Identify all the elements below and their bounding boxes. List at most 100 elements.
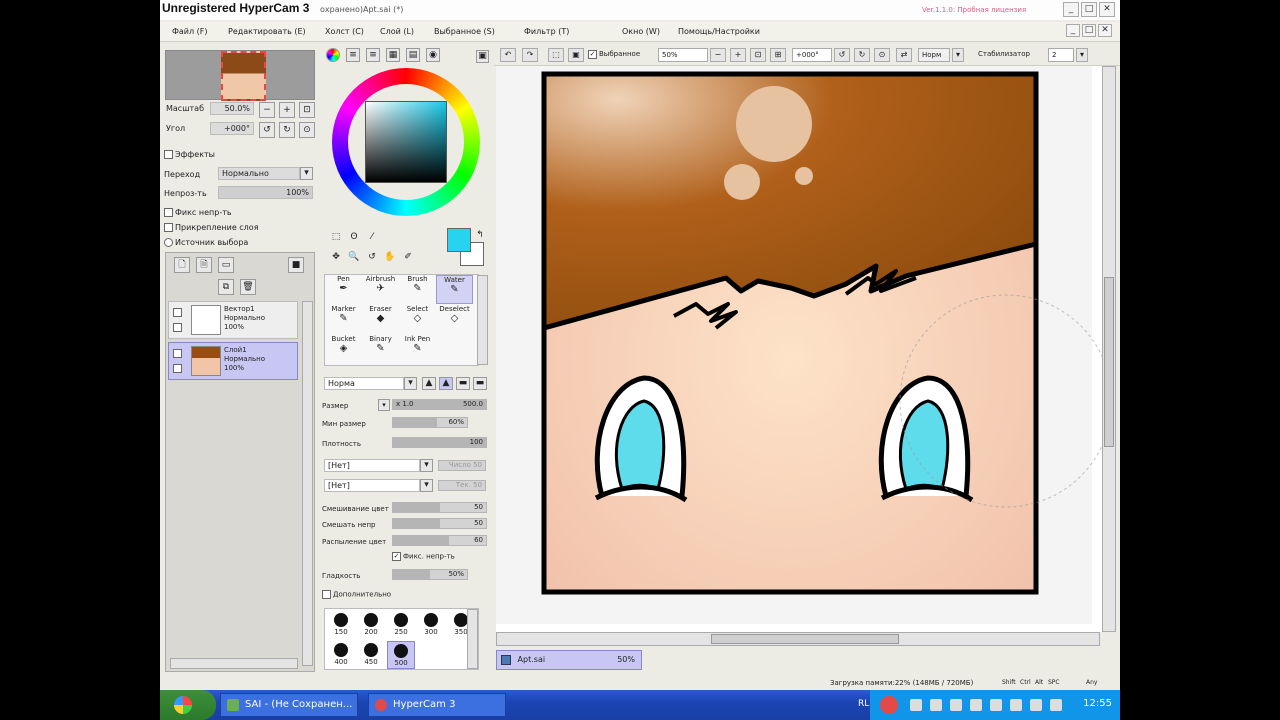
layer-mask-icon[interactable]: ■	[288, 257, 304, 273]
doc-close-button[interactable]: ✕	[1098, 24, 1112, 37]
canvas-zoom-out-icon[interactable]: −	[710, 48, 726, 62]
hand-icon[interactable]: ✋	[382, 250, 398, 266]
brush-shape-sharp-icon[interactable]: ▲	[422, 377, 436, 390]
layer-hscrollbar[interactable]	[170, 658, 298, 669]
zoom-in-button[interactable]: +	[279, 102, 295, 118]
select-rect-icon[interactable]: ⬚	[328, 230, 344, 246]
eye-icon[interactable]	[173, 308, 182, 317]
opt-fix-opacity[interactable]: Фикс непр-ть	[164, 208, 232, 217]
blend-texture-dropdown-icon[interactable]: ▾	[420, 479, 433, 492]
density-slider[interactable]: 100	[392, 437, 487, 448]
zoom-field[interactable]: 50.0%	[210, 102, 254, 115]
swap-colors-icon[interactable]: ↰	[474, 228, 486, 244]
canvas-angle-field[interactable]: +000°	[792, 48, 832, 62]
doc-maximize-button[interactable]: □	[1082, 24, 1096, 37]
effects-toggle[interactable]: Эффекты	[164, 150, 215, 159]
brush-preset[interactable]: 450	[357, 641, 385, 669]
brush-presets-scrollbar[interactable]	[467, 609, 478, 669]
menu-window[interactable]: Окно (W)	[622, 27, 660, 36]
brush-shape-medium-icon[interactable]: ▲	[439, 377, 453, 390]
minimize-button[interactable]: _	[1063, 2, 1079, 17]
zoom-icon[interactable]: 🔍	[346, 250, 362, 266]
texture-dropdown-icon[interactable]: ▾	[420, 459, 433, 472]
brush-shape-flat-icon[interactable]: ▬	[473, 377, 487, 390]
tool-eraser[interactable]: Eraser ◆	[362, 305, 399, 334]
zoom-reset-button[interactable]: ⊡	[299, 102, 315, 118]
canvas-rotate-reset-icon[interactable]: ⊙	[874, 48, 890, 62]
rotate-left-button[interactable]: ↺	[259, 122, 275, 138]
layer-scrollbar[interactable]	[302, 301, 313, 666]
tool-pen[interactable]: Pen ✒	[325, 275, 362, 304]
tray-icon[interactable]	[970, 699, 982, 711]
tool-bucket[interactable]: Bucket ◈	[325, 335, 362, 364]
tool-select[interactable]: Select ◇	[399, 305, 436, 334]
volume-icon[interactable]	[1050, 699, 1062, 711]
texture-strength[interactable]: Число 50	[438, 460, 486, 471]
canvas-zoom-field[interactable]: 50%	[658, 48, 708, 62]
tool-marker[interactable]: Marker ✎	[325, 305, 362, 334]
hsv-slider-tab-icon[interactable]: ≡	[366, 48, 380, 62]
maximize-button[interactable]: □	[1081, 2, 1097, 17]
size-multiplier-icon[interactable]: ▾	[378, 399, 390, 411]
brush-preset[interactable]: 400	[327, 641, 355, 669]
brush-preset[interactable]: 150	[327, 611, 355, 639]
menu-canvas[interactable]: Холст (C)	[325, 27, 364, 36]
blend-slider[interactable]: 50	[392, 502, 487, 513]
stabilizer-field[interactable]: 2	[1048, 48, 1074, 62]
angle-field[interactable]: +000°	[210, 122, 254, 135]
texture-select[interactable]: [Нет]	[324, 459, 420, 472]
keep-opacity-checkbox[interactable]: ✓ Фикс. непр-ть	[392, 552, 455, 561]
tray-icon[interactable]	[930, 699, 942, 711]
foreground-color-swatch[interactable]	[447, 228, 471, 252]
tool-deselect[interactable]: Deselect ◇	[436, 305, 473, 334]
tool-brush[interactable]: Brush ✎	[399, 275, 436, 304]
menu-selection[interactable]: Выбранное (S)	[434, 27, 495, 36]
brush-lock-icon[interactable]	[173, 364, 182, 373]
color-settings-tab-icon[interactable]: ◉	[426, 48, 440, 62]
undo-icon[interactable]: ↶	[500, 48, 516, 62]
brush-preset-selected[interactable]: 500	[387, 641, 415, 669]
canvas-hscrollbar[interactable]	[496, 632, 1100, 646]
size-slider[interactable]: x 1.0 500.0	[392, 399, 487, 410]
redo-icon[interactable]: ↷	[522, 48, 538, 62]
tray-icon[interactable]	[910, 699, 922, 711]
language-indicator[interactable]: RL	[858, 699, 869, 709]
hardness-slider[interactable]: 50%	[392, 569, 468, 580]
invert-selection-icon[interactable]: ▣	[568, 48, 584, 62]
canvas-vscrollbar[interactable]	[1102, 66, 1116, 632]
zoom-out-button[interactable]: −	[259, 102, 275, 118]
scratchpad-tab-icon[interactable]: ▤	[406, 48, 420, 62]
canvas-zoom-in-icon[interactable]: +	[730, 48, 746, 62]
recording-icon[interactable]	[880, 696, 898, 714]
brush-preset[interactable]: 300	[417, 611, 445, 639]
menu-filter[interactable]: Фильтр (T)	[524, 27, 569, 36]
canvas-vscroll-thumb[interactable]	[1104, 277, 1114, 447]
brush-mode-dropdown-icon[interactable]: ▾	[404, 377, 417, 390]
dilution-slider[interactable]: 50	[392, 518, 487, 529]
artwork[interactable]	[496, 66, 1102, 632]
menu-file[interactable]: Файл (F)	[172, 27, 208, 36]
blend-texture-strength[interactable]: Тек. 50	[438, 480, 486, 491]
canvas-hscroll-thumb[interactable]	[711, 634, 899, 644]
blend-texture-select[interactable]: [Нет]	[324, 479, 420, 492]
rotate-right-button[interactable]: ↻	[279, 122, 295, 138]
swatches-tab-icon[interactable]: ▦	[386, 48, 400, 62]
tool-binary[interactable]: Binary ✎	[362, 335, 399, 364]
tool-ink-pen[interactable]: Ink Pen ✎	[399, 335, 436, 364]
tool-water[interactable]: Water ✎	[436, 275, 473, 304]
document-tab[interactable]: Apt.sai 50%	[496, 650, 642, 670]
tray-icon[interactable]	[1010, 699, 1022, 711]
tray-icon[interactable]	[990, 699, 1002, 711]
opacity-slider[interactable]: 100%	[218, 186, 313, 199]
blend-mode-select[interactable]: Нормально	[218, 167, 300, 180]
start-button[interactable]	[160, 690, 216, 720]
doc-minimize-button[interactable]: _	[1066, 24, 1080, 37]
eye-icon[interactable]	[173, 349, 182, 358]
move-icon[interactable]: ✥	[328, 250, 344, 266]
opt-selection-source[interactable]: Источник выбора	[164, 238, 248, 247]
tray-icon[interactable]	[1030, 699, 1042, 711]
canvas-mode-dropdown-icon[interactable]: ▾	[952, 48, 964, 62]
menu-help[interactable]: Помощь/Настройки	[678, 27, 760, 36]
close-button[interactable]: ✕	[1099, 2, 1115, 17]
lasso-icon[interactable]: ʘ	[346, 230, 362, 246]
